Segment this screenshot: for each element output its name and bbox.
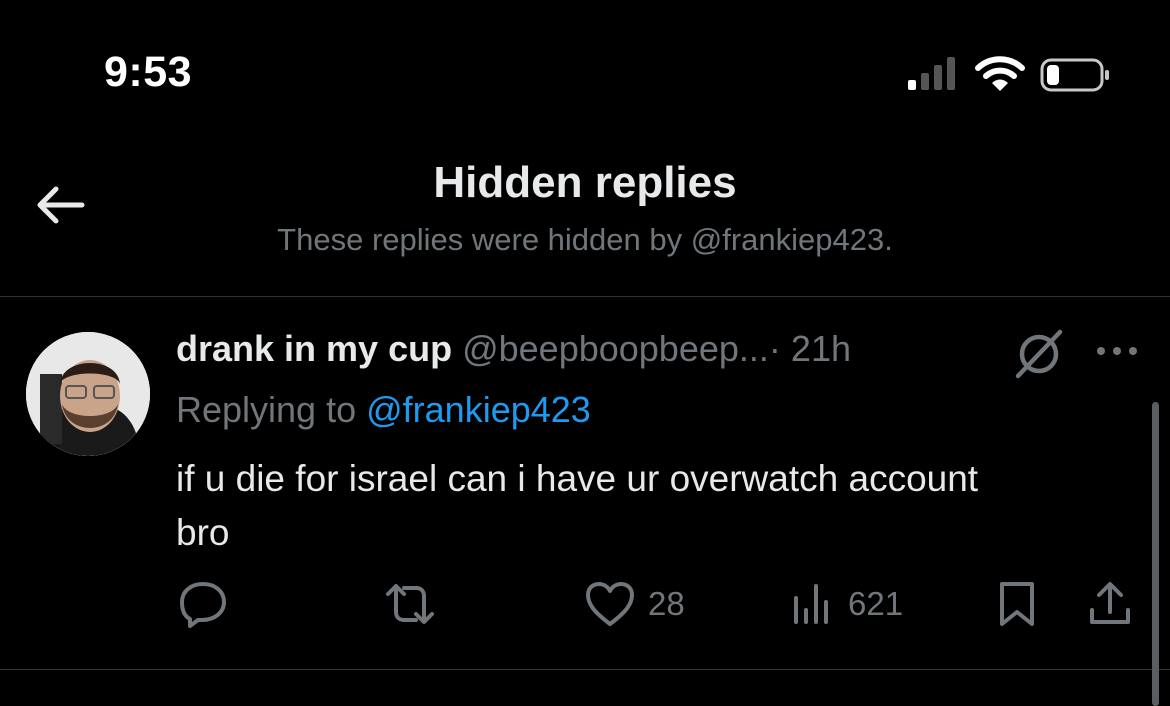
tweet-header: drank in my cup @beepboopbeep...· 21h <box>176 325 851 373</box>
mention-link[interactable]: @frankiep423 <box>366 389 591 430</box>
like-count: 28 <box>648 585 685 622</box>
share-icon <box>1090 582 1130 624</box>
page-title: Hidden replies <box>433 158 737 207</box>
page-subtitle: These replies were hidden by @frankiep42… <box>277 222 893 257</box>
bookmark-icon <box>1000 582 1034 626</box>
scrollbar[interactable] <box>1152 402 1159 706</box>
view-count: 621 <box>848 585 904 622</box>
avatar-image <box>26 332 150 456</box>
tweet-text-line-2: bro <box>176 512 230 553</box>
bookmark-button[interactable] <box>996 580 1038 628</box>
more-horizontal-icon[interactable] <box>1094 340 1140 362</box>
user-handle[interactable]: @beepboopbeep... <box>462 328 769 369</box>
replying-to-label: Replying to <box>176 389 357 430</box>
separator-dot: · <box>768 328 781 369</box>
battery-icon <box>1040 58 1109 92</box>
wifi-icon <box>975 56 1025 91</box>
hidden-reply-icon[interactable] <box>1012 328 1066 380</box>
comment-icon <box>180 582 226 628</box>
cellular-signal-icon <box>908 57 955 90</box>
tweet-text-line-1: if u die for israel can i have ur overwa… <box>176 458 979 499</box>
share-button[interactable] <box>1086 580 1134 628</box>
status-time: 9:53 <box>104 48 193 96</box>
header-divider <box>0 296 1170 297</box>
reply-button[interactable] <box>178 580 228 628</box>
heart-icon <box>586 582 634 626</box>
timestamp[interactable]: 21h <box>791 328 851 369</box>
avatar[interactable] <box>26 332 150 456</box>
tweet-divider <box>0 669 1170 670</box>
tweet-text: if u die for israel can i have ur overwa… <box>176 452 1136 560</box>
replying-to-line: Replying to @frankiep423 <box>176 386 591 434</box>
retweet-icon <box>386 584 434 624</box>
display-name[interactable]: drank in my cup <box>176 328 452 369</box>
views-button[interactable]: 621 <box>792 580 903 628</box>
retweet-button[interactable] <box>382 580 438 628</box>
like-button[interactable]: 28 <box>584 580 685 628</box>
views-chart-icon <box>794 584 828 624</box>
